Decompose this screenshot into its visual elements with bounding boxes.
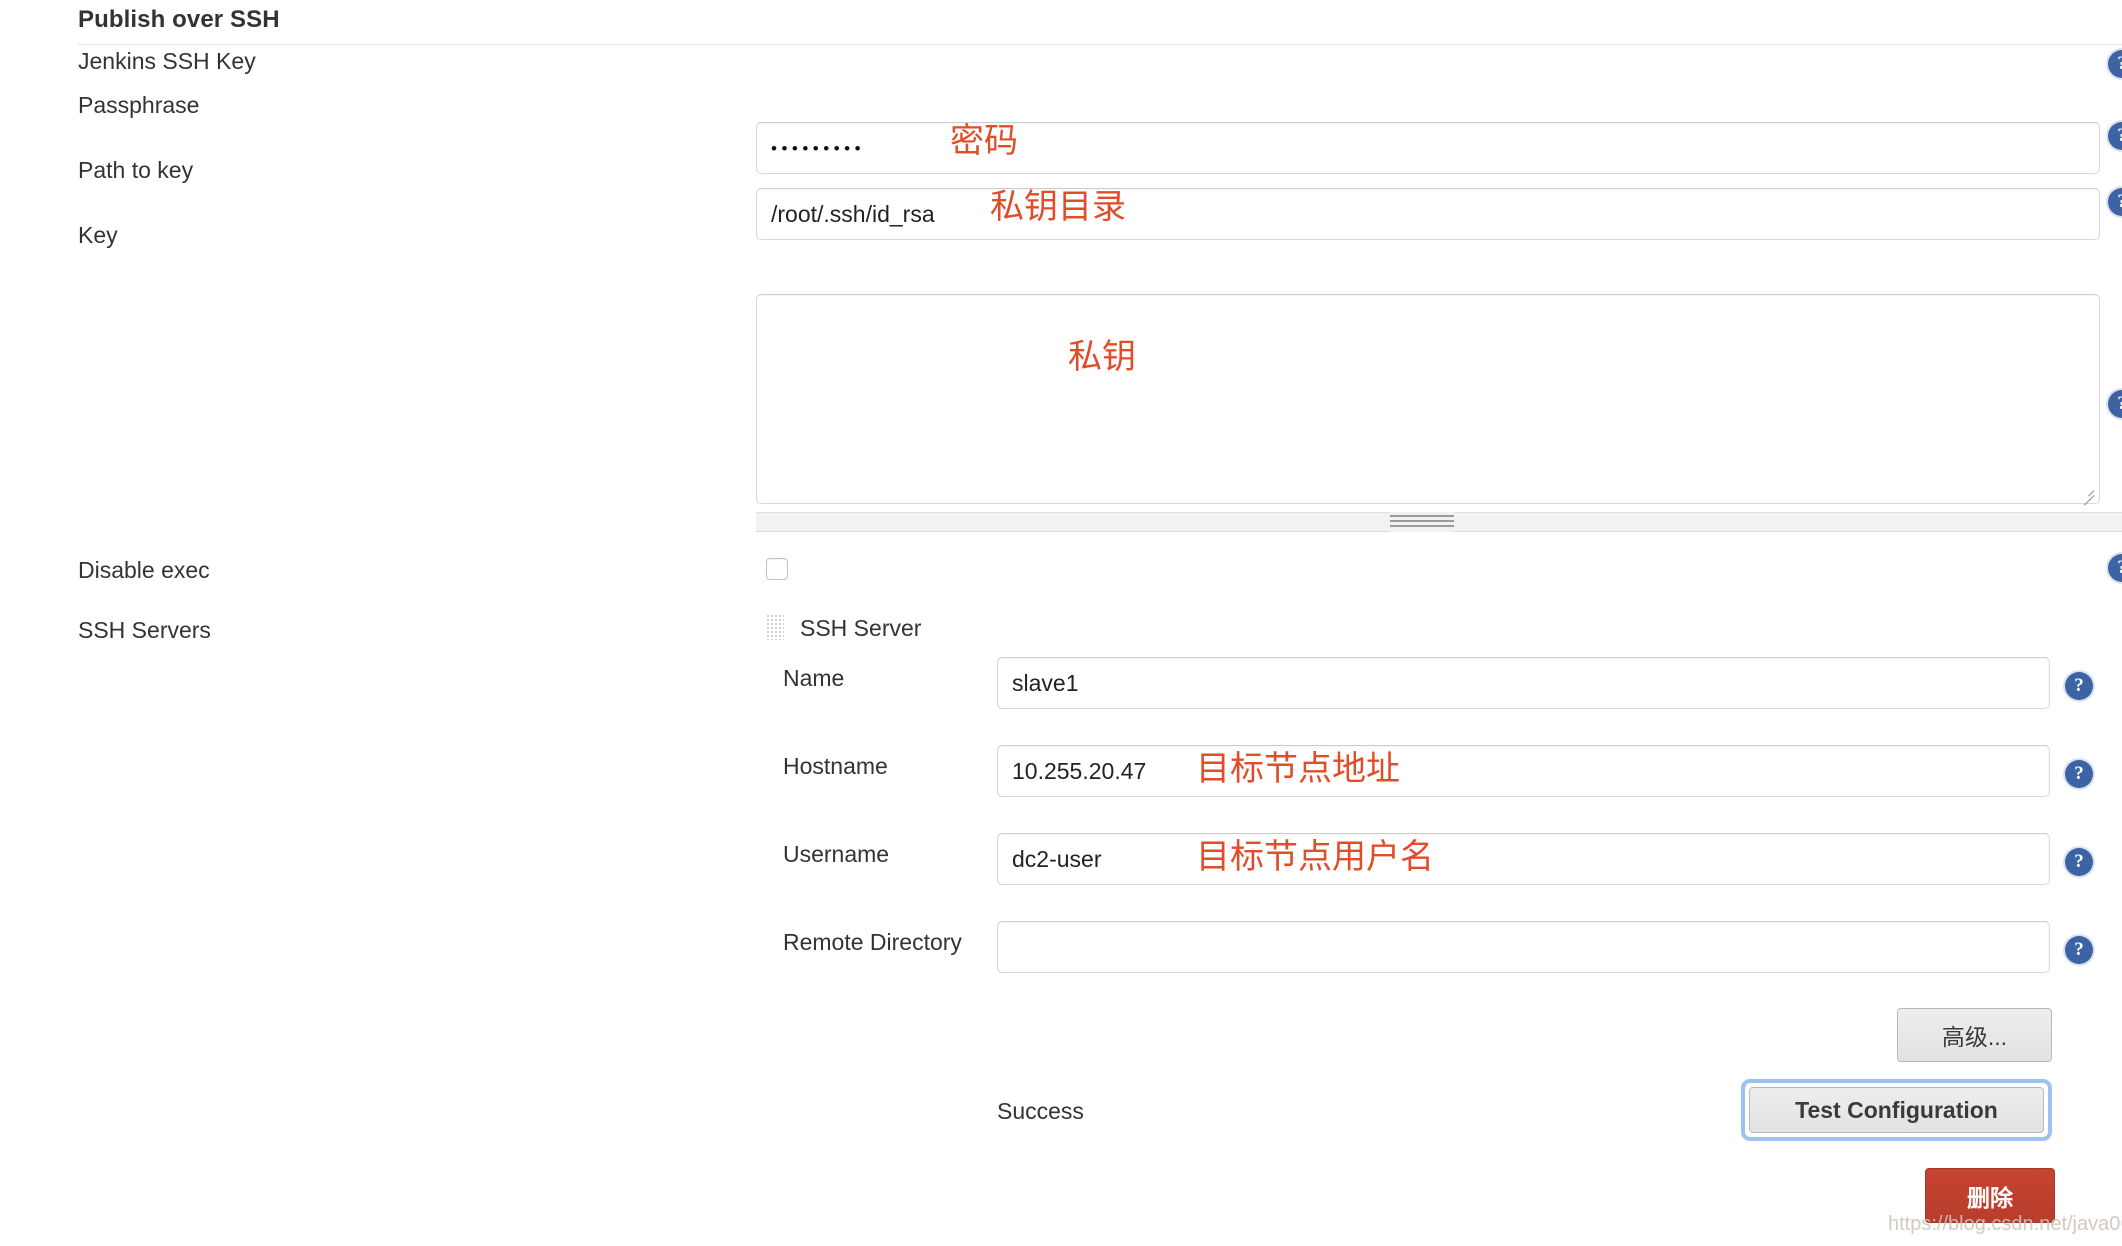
annotation-passphrase: 密码 <box>950 124 1018 158</box>
annotation-hostname: 目标节点地址 <box>1196 752 1400 786</box>
ssh-server-username-input[interactable]: dc2-user <box>997 833 2050 885</box>
jenkins-ssh-key-label: Jenkins SSH Key <box>78 48 256 75</box>
annotation-username: 目标节点用户名 <box>1196 840 1434 874</box>
annotation-path-to-key: 私钥目录 <box>990 190 1126 224</box>
section-divider <box>78 44 2122 45</box>
ssh-server-username-value: dc2-user <box>1012 846 1101 873</box>
disable-exec-checkbox[interactable] <box>766 558 788 580</box>
watermark: https://blog.csdn.net/java060515 <box>1888 1213 2122 1236</box>
ssh-server-remote-directory-input[interactable] <box>997 921 2050 973</box>
page-title: Publish over SSH <box>78 6 280 34</box>
help-icon-ssh-server-hostname[interactable] <box>2065 760 2093 788</box>
drag-handle-icon[interactable] <box>766 614 784 640</box>
help-icon-disable-exec[interactable] <box>2108 554 2122 582</box>
help-icon-jenkins-ssh-key[interactable] <box>2108 50 2122 78</box>
disable-exec-label: Disable exec <box>78 557 210 584</box>
resize-handle-icon[interactable] <box>2079 484 2095 500</box>
path-to-key-label: Path to key <box>78 157 193 184</box>
annotation-key: 私钥 <box>1068 340 1136 374</box>
ssh-server-heading: SSH Server <box>800 615 921 642</box>
ssh-server-username-label: Username <box>783 841 889 868</box>
passphrase-label: Passphrase <box>78 92 199 119</box>
help-icon-path-to-key[interactable] <box>2108 188 2122 216</box>
key-label: Key <box>78 222 118 249</box>
key-textarea[interactable] <box>756 294 2100 504</box>
path-to-key-value: /root/.ssh/id_rsa <box>771 201 935 228</box>
help-icon-ssh-server-username[interactable] <box>2065 848 2093 876</box>
horizontal-scrollbar-thumb[interactable] <box>1390 512 1454 532</box>
horizontal-scrollbar[interactable] <box>756 512 2122 532</box>
ssh-server-name-input[interactable]: slave1 <box>997 657 2050 709</box>
test-configuration-button[interactable]: Test Configuration <box>1749 1087 2044 1133</box>
path-to-key-input[interactable]: /root/.ssh/id_rsa <box>756 188 2100 240</box>
help-icon-passphrase[interactable] <box>2108 122 2122 150</box>
test-result-status: Success <box>997 1098 1084 1125</box>
ssh-server-name-value: slave1 <box>1012 670 1078 697</box>
ssh-server-hostname-value: 10.255.20.47 <box>1012 758 1146 785</box>
passphrase-value: ••••••••• <box>771 140 865 157</box>
ssh-server-hostname-label: Hostname <box>783 753 888 780</box>
ssh-server-hostname-input[interactable]: 10.255.20.47 <box>997 745 2050 797</box>
help-icon-ssh-server-remote-directory[interactable] <box>2065 936 2093 964</box>
ssh-servers-label: SSH Servers <box>78 617 211 644</box>
help-icon-key[interactable] <box>2108 390 2122 418</box>
ssh-server-remote-directory-label: Remote Directory <box>783 929 962 956</box>
advanced-button[interactable]: 高级... <box>1897 1008 2052 1062</box>
help-icon-ssh-server-name[interactable] <box>2065 672 2093 700</box>
ssh-server-name-label: Name <box>783 665 844 692</box>
